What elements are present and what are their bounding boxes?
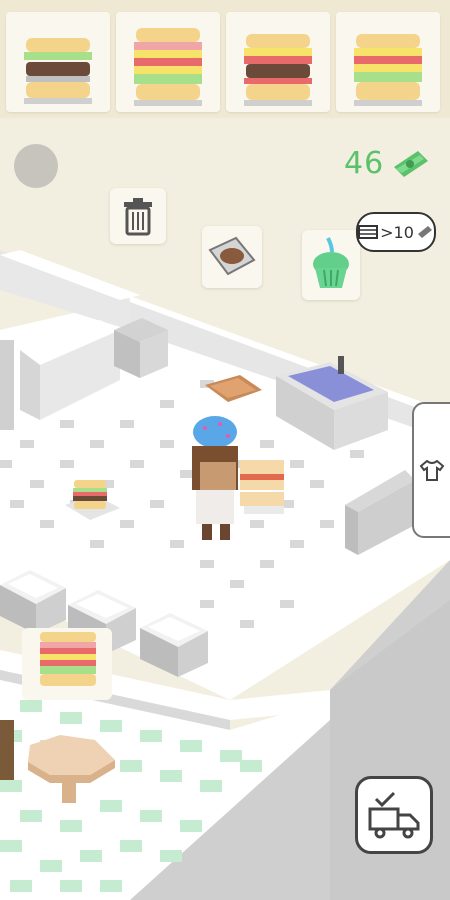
left-pillar (0, 340, 14, 430)
customer-order-bubble (22, 628, 112, 700)
cupcake-station-card[interactable] (302, 230, 360, 300)
ad-reward-label: >10 (380, 222, 414, 242)
trash-station-card[interactable] (110, 188, 166, 244)
order-card[interactable] (226, 12, 330, 112)
cupcake-icon (313, 237, 349, 288)
kitchen-scene (0, 250, 450, 900)
sandwich-order-3 (244, 34, 312, 106)
sandwich-order-2 (134, 28, 202, 106)
player-chef (192, 416, 238, 540)
cash-icon (394, 150, 429, 177)
video-ad-icon (358, 225, 379, 239)
carried-sandwiches (240, 460, 284, 514)
trash-can-icon (124, 198, 152, 236)
faucet (338, 356, 344, 374)
order-card[interactable] (6, 12, 110, 112)
chocolate-spread-icon (208, 236, 256, 276)
customer (0, 720, 14, 780)
right-wall (330, 600, 450, 900)
chocolate-station-card[interactable] (202, 226, 262, 288)
right-counter-face (345, 505, 358, 555)
money-counter: 46 (344, 146, 430, 181)
cash-icon (417, 226, 432, 238)
t-shirt-icon (419, 459, 445, 481)
prep-sandwich (73, 480, 107, 509)
menu-button[interactable] (14, 144, 58, 188)
order-bar (0, 0, 450, 118)
dining-table-leg (62, 783, 76, 803)
sandwich-order-4 (354, 34, 422, 106)
order-card[interactable] (336, 12, 440, 112)
sandwich-order-1 (24, 38, 92, 104)
money-value: 46 (344, 146, 385, 181)
delivery-button[interactable] (355, 776, 433, 854)
delivery-truck-icon (368, 791, 420, 839)
ad-reward-button[interactable]: >10 (356, 212, 436, 252)
order-card[interactable] (116, 12, 220, 112)
outfit-button[interactable] (412, 402, 450, 538)
